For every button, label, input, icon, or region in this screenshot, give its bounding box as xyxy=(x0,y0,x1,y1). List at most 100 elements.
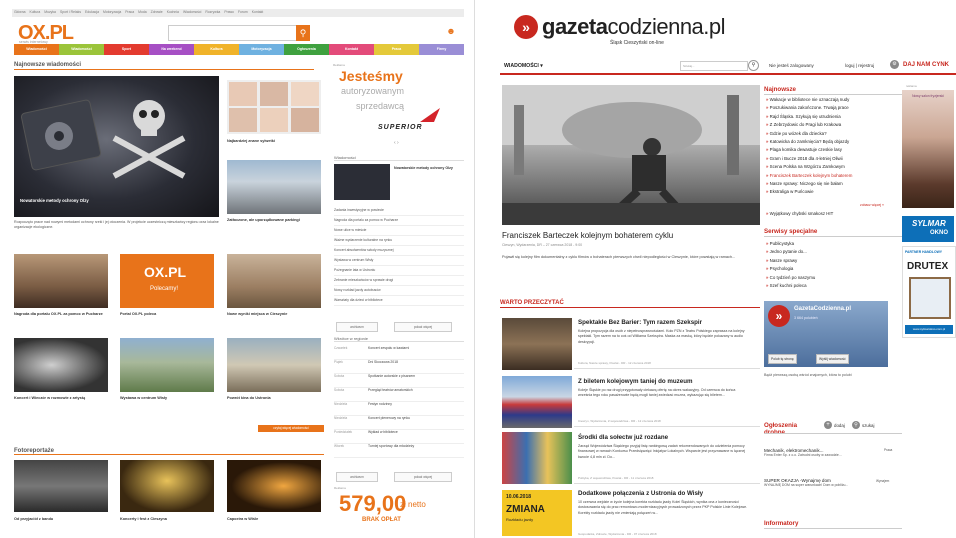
search-icon[interactable]: ⚲ xyxy=(748,60,759,71)
event-title[interactable]: Koncert plenerowy na rynku xyxy=(368,416,410,429)
read-more-button[interactable]: czytaj więcej wiadomości xyxy=(258,425,324,432)
row3-caption-2[interactable]: Wystawa w centrum Wisły xyxy=(120,396,214,400)
list-item[interactable]: Katowicka do zamknięcia? Będą objazdy xyxy=(766,138,906,146)
article-title-2[interactable]: Z biletem kolejowym taniej do muzeum xyxy=(578,378,693,385)
events-more-button[interactable]: pokaż więcej xyxy=(394,472,452,482)
row2-photo-1[interactable] xyxy=(14,254,108,308)
event-title[interactable]: Przegląd teatrów amatorskich xyxy=(368,388,413,401)
add-icon[interactable]: + xyxy=(824,421,832,429)
list-item[interactable]: Z Zebrzydowic do Pragi lub Krakowa xyxy=(766,121,906,129)
list-item[interactable]: Pożegnanie lata w Ustroniu xyxy=(334,266,464,276)
list-item[interactable]: Gram i Bucze 2018 dla 4-letniej Oliwii xyxy=(766,155,906,163)
mid-second-caption[interactable]: Zatłoczone, ale uporządkowane parkingi xyxy=(227,218,300,222)
nav-tab[interactable]: Ogłoszenia xyxy=(284,44,329,55)
top-link[interactable]: Główna xyxy=(14,10,26,14)
archive-button[interactable]: archiwum xyxy=(336,322,378,332)
list-item[interactable]: Scena Polska na Wzgórzu Zamkowym xyxy=(766,163,906,171)
classifieds-search-link[interactable]: szukaj xyxy=(862,423,874,428)
top-link[interactable]: Prawo xyxy=(224,10,234,14)
nav-tab[interactable]: Motoryzacja xyxy=(239,44,284,55)
top-link[interactable]: Forum xyxy=(238,10,248,14)
nav-tab[interactable]: Firmy xyxy=(419,44,464,55)
top-link[interactable]: Edukacja xyxy=(85,10,99,14)
baby-photos-grid[interactable] xyxy=(227,80,321,134)
list-item[interactable]: Nowy rozkład jazdy autobusów xyxy=(334,286,464,296)
row2-photo-3[interactable] xyxy=(227,254,321,308)
account-icon[interactable]: ☻ xyxy=(442,26,460,40)
row2-promo-image[interactable]: OX.PL Polecamy! xyxy=(120,254,214,308)
row3-caption-1[interactable]: Koncert i Wieczór w rozmowie z artystą xyxy=(14,396,108,400)
list-item[interactable]: Plaga komika dewastuje czeskie lasy xyxy=(766,146,906,154)
login-register-link[interactable]: loguj | rejestruj xyxy=(845,63,874,68)
drutex-ad[interactable]: PARTNER HANDLOWY DRUTEX www.sylmarokno.c… xyxy=(902,246,956,338)
top-link[interactable]: Muzyka xyxy=(44,10,56,14)
fb-page-name[interactable]: GazetaCodzienna.pl xyxy=(794,306,851,312)
top-link[interactable]: Kultura xyxy=(30,10,41,14)
list-item[interactable]: Nowe ulice w mieście xyxy=(334,226,464,236)
carousel-arrows-icon[interactable]: ‹ › xyxy=(394,140,399,146)
list-item[interactable]: Gdzie po wózek dla dziecka? xyxy=(766,130,906,138)
list-item[interactable]: Nasze sprawy: Niczego się nie bałam xyxy=(766,180,906,188)
list-item[interactable]: Ekstraliga w Puńcowie xyxy=(766,188,906,196)
row3-photo-1[interactable] xyxy=(14,338,108,392)
gazeta-logo[interactable]: gazetacodzienna.pl xyxy=(542,14,726,40)
list-item[interactable]: Zebranie mieszkańców w sprawie drogi xyxy=(334,276,464,286)
settings-icon[interactable]: ⚙ xyxy=(890,60,899,69)
list-item[interactable]: Koncert absolwentów szkoły muzycznej xyxy=(334,246,464,256)
more-button[interactable]: pokaż więcej xyxy=(394,322,452,332)
ad-title[interactable]: Jesteśmy xyxy=(339,68,403,84)
list-item[interactable]: Ważne wydarzenie kulturalne na rynku xyxy=(334,236,464,246)
row3-photo-3[interactable] xyxy=(227,338,321,392)
list-item[interactable]: Wakacje w bibliotece nie oznaczają nudy xyxy=(766,96,906,104)
photo-caption-2[interactable]: Koncerty i fest z Cieszyna xyxy=(120,517,214,521)
nav-tab[interactable]: Sport xyxy=(104,44,149,55)
list-item[interactable]: Poszukiwania zakończone. Trwają prace xyxy=(766,104,906,112)
top-link[interactable]: Rozrywka xyxy=(205,10,220,14)
list-item[interactable]: Rajd Śląska. Szykują się utrudnienia xyxy=(766,113,906,121)
gazeta-logo-icon[interactable]: » xyxy=(514,15,538,39)
list-item[interactable]: Zadania inwestycyjne w powiecie xyxy=(334,206,464,216)
list-item[interactable]: Jedno pytanie do... xyxy=(766,248,906,256)
top-link[interactable]: Zdrowie xyxy=(151,10,163,14)
list-item[interactable]: Nagroda dla portalu za pomoc w Pucharze xyxy=(334,216,464,226)
event-title[interactable]: Turniej sportowy dla młodzieży xyxy=(368,444,414,457)
list-item[interactable]: Nasze sprawy xyxy=(766,257,906,265)
classified-item-1[interactable]: Mechanik, elektromechanik... Firma Enter… xyxy=(764,448,902,458)
top-link[interactable]: Sport i Relaks xyxy=(60,10,81,14)
hero-image[interactable] xyxy=(14,76,219,217)
list-item[interactable]: Wyjątkowy chybski smakosz HIT xyxy=(766,210,906,218)
top-link[interactable]: Wiadomości xyxy=(183,10,201,14)
article-thumb-2[interactable] xyxy=(502,376,572,428)
event-title[interactable]: Festyn rodzinny xyxy=(368,402,392,415)
list-item[interactable]: Publicystyka xyxy=(766,240,906,248)
row3-photo-2[interactable] xyxy=(120,338,214,392)
nav-tab[interactable]: Na weekend xyxy=(149,44,194,55)
hair-salon-ad[interactable]: Nowy salon fryzjerski xyxy=(902,90,954,208)
row3-caption-3[interactable]: Powrót kina do Ustronia xyxy=(227,396,321,400)
nav-tab[interactable]: Praca xyxy=(374,44,419,55)
row2-caption-1[interactable]: Nagroda dla portalu OX.PL za pomoc w Puc… xyxy=(14,312,108,316)
top-link[interactable]: Kontakt xyxy=(252,10,264,14)
event-title[interactable]: Dni Skoczowa 2018 xyxy=(368,360,398,373)
fb-message-button[interactable]: Wyślij wiadomość xyxy=(816,354,849,364)
event-title[interactable]: Wykład w bibliotece xyxy=(368,430,398,443)
event-title[interactable]: Koncert zespołu w kawiarni xyxy=(368,346,409,359)
price-ad[interactable]: 579,00 xyxy=(339,491,406,517)
article-thumb-4[interactable]: 10.06.2018 ZMIANA Rozkładu jazdy xyxy=(502,490,572,536)
article-title-3[interactable]: Środki dla sołectw już rozdane xyxy=(578,434,668,441)
hero-title[interactable]: Nowatorskie metody ochrony Olzy xyxy=(20,198,89,203)
hero-photo[interactable] xyxy=(502,85,760,225)
parking-photo[interactable] xyxy=(227,160,321,214)
nav-tab[interactable]: Kultura xyxy=(194,44,239,55)
photo-report-2[interactable] xyxy=(120,460,214,512)
photo-caption-3[interactable]: Capoeira w Wiśle xyxy=(227,517,321,521)
article-title-1[interactable]: Spektakle Bez Barier: Tym razem Szekspir xyxy=(578,319,702,326)
list-item[interactable]: Co tydzień po naszymu xyxy=(766,274,906,282)
newest-more-link[interactable]: zobacz więcej » xyxy=(860,203,884,207)
nav-tab[interactable]: Wiadomości xyxy=(59,44,104,55)
fb-like-button[interactable]: Polub tę stronę xyxy=(768,354,797,364)
search-icon[interactable]: ⚲ xyxy=(852,421,860,429)
nav-tab[interactable]: Kontakt xyxy=(329,44,374,55)
news-menu-dropdown[interactable]: WIADOMOŚCI ▾ xyxy=(504,63,543,69)
search-input[interactable] xyxy=(168,25,298,41)
